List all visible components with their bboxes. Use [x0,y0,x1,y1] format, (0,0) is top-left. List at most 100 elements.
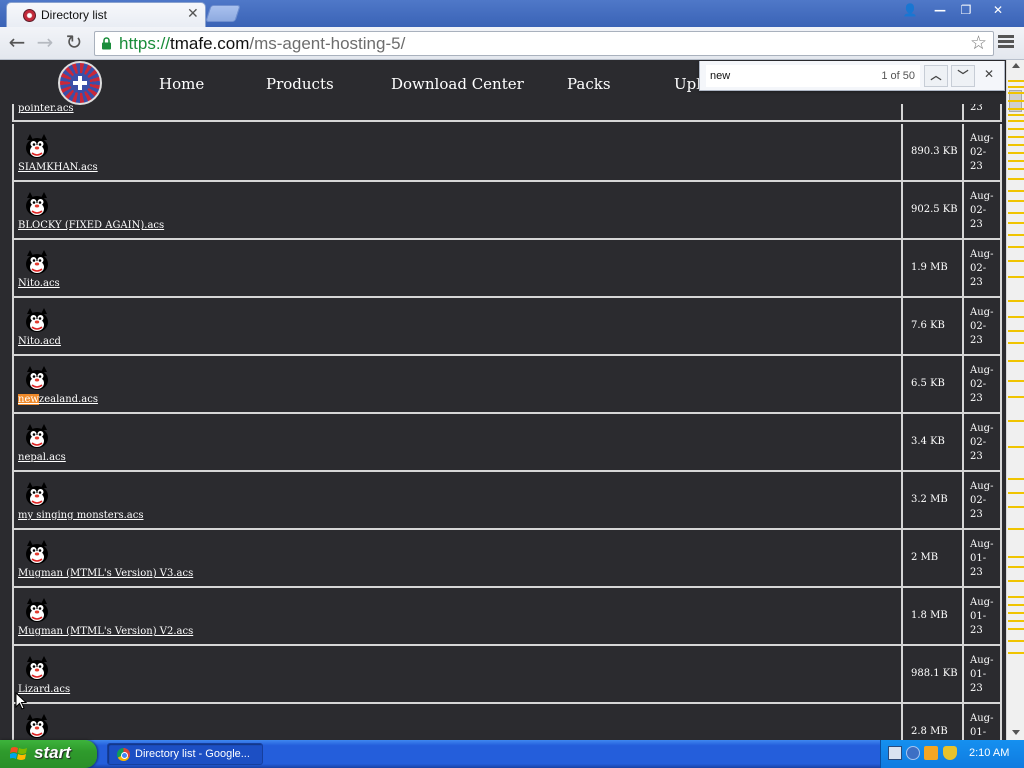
ms-agent-character-icon[interactable] [24,192,50,218]
file-date: Aug- 02- 23 [970,307,994,346]
site-logo[interactable] [58,61,102,105]
file-link[interactable]: nepal.acs [18,452,66,463]
find-next-button[interactable]: ﹀ [951,65,975,87]
scroll-up-arrow-icon[interactable] [1012,63,1020,68]
keyboard-icon[interactable] [888,746,902,760]
table-row: BLOCKY (FIXED AGAIN).acs 902.5 KB Aug- 02- 2… [12,182,1002,240]
scroll-find-mark [1008,300,1024,302]
file-date: Aug- 01- 23 [970,655,994,694]
find-input[interactable]: new 1 of 50 [706,65,920,87]
tab-directory-list[interactable]: Directory list ✕ [6,2,206,27]
browser-toolbar: ← → ↻ https://tmafe.com/ms-agent-hosting… [0,27,1024,60]
maximize-button[interactable]: ❐ [953,2,979,20]
file-name-cell: Nito.acd [12,298,903,354]
file-link[interactable]: Mugman (MTML's Version) V3.acs [18,568,193,579]
file-link[interactable]: pointer.acs [18,103,74,114]
site-favicon-icon [23,9,36,22]
forward-arrow-icon[interactable]: → [34,32,56,54]
start-button[interactable]: start [0,740,97,768]
lock-icon [102,37,111,50]
file-link[interactable]: Nito.acd [18,336,61,347]
security-shield-icon[interactable] [943,746,957,760]
file-name-cell: nepal.acs [12,414,903,470]
file-link[interactable]: newzealand.acs [18,394,98,405]
file-size-cell: 2 MB [905,530,964,586]
scroll-find-mark [1008,446,1024,448]
file-link[interactable]: Mugman (MTML's Version) V2.acs [18,626,193,637]
window-close-button[interactable]: ✕ [985,2,1011,20]
scroll-find-mark [1008,168,1024,170]
file-link[interactable]: my singing monsters.acs [18,510,144,521]
ms-agent-character-icon[interactable] [24,134,50,160]
table-row: my singing monsters.acs 3.2 MB Aug- 02- 23 [12,472,1002,530]
ms-agent-character-icon[interactable] [24,656,50,682]
scroll-find-mark [1008,506,1024,508]
scroll-find-mark [1008,100,1024,102]
scroll-find-mark [1008,136,1024,138]
scroll-find-mark [1008,330,1024,332]
url-path: /ms-agent-hosting-5/ [249,34,406,53]
file-link[interactable]: SIAMKHAN.acs [18,162,98,173]
file-name-cell: BLOCKY (FIXED AGAIN).acs [12,182,903,238]
file-size-cell: 3.2 MB [905,472,964,528]
minimize-button[interactable]: — [927,2,953,20]
file-link[interactable]: Nito.acs [18,278,60,289]
scroll-down-arrow-icon[interactable] [1012,730,1020,735]
ms-agent-character-icon[interactable] [24,482,50,508]
file-date-cell: Aug- 01- [966,704,1002,740]
ms-agent-character-icon[interactable] [24,308,50,334]
taskbar-chrome-window[interactable]: Directory list - Google... [107,743,263,765]
ms-agent-character-icon[interactable] [24,366,50,392]
file-size: 2.8 MB [911,726,948,737]
ms-agent-character-icon[interactable] [24,714,50,740]
browser-tab-strip: Directory list ✕ 👤 — ❐ ✕ [0,0,1024,27]
nav-home-link[interactable]: Home [159,75,204,93]
file-name-cell [12,704,903,740]
back-arrow-icon[interactable]: ← [6,32,28,54]
table-row: Mugman (MTML's Version) V3.acs 2 MB Aug- 01… [12,530,1002,588]
table-row: Mugman (MTML's Version) V2.acs 1.8 MB Aug-… [12,588,1002,646]
file-link[interactable]: BLOCKY (FIXED AGAIN).acs [18,220,164,231]
table-row: Nito.acs 1.9 MB Aug- 02- 23 [12,240,1002,298]
file-name-cell: newzealand.acs [12,356,903,412]
nav-packs-link[interactable]: Packs [567,75,611,93]
file-name-cell: Nito.acs [12,240,903,296]
file-date-cell: Aug- 02- 23 [966,472,1002,528]
scroll-find-mark [1008,580,1024,582]
file-size: 1.9 MB [911,262,948,273]
scroll-find-mark [1008,234,1024,236]
new-tab-button[interactable] [205,5,241,22]
vertical-scrollbar[interactable] [1006,60,1024,740]
profile-icon[interactable]: 👤 [897,2,923,20]
chrome-menu-icon[interactable] [998,33,1014,53]
scroll-find-mark [1008,190,1024,192]
file-size: 3.4 KB [911,436,945,447]
reload-icon[interactable]: ↻ [63,32,85,54]
find-close-icon[interactable]: ✕ [984,67,994,81]
tab-close-icon[interactable]: ✕ [187,6,199,22]
ms-agent-character-icon[interactable] [24,250,50,276]
mouse-cursor-icon [15,692,27,710]
address-bar[interactable]: https://tmafe.com/ms-agent-hosting-5/ ☆ [94,31,994,56]
file-size: 6.5 KB [911,378,945,389]
find-previous-button[interactable]: ︿ [924,65,948,87]
scroll-find-mark [1008,222,1024,224]
nav-products-link[interactable]: Products [266,75,334,93]
url-text: https://tmafe.com/ms-agent-hosting-5/ [119,34,405,54]
updates-icon[interactable] [924,746,938,760]
scroll-find-mark [1008,556,1024,558]
file-date-cell: Aug- 02- 23 [966,298,1002,354]
file-size: 2 MB [911,552,939,563]
nav-download-center-link[interactable]: Download Center [391,75,524,93]
ms-agent-character-icon[interactable] [24,424,50,450]
scroll-find-mark [1008,260,1024,262]
network-icon[interactable] [906,746,920,760]
windows-logo-icon [10,747,27,760]
scroll-find-mark [1008,80,1024,82]
file-size-cell: 2.8 MB [905,704,964,740]
ms-agent-character-icon[interactable] [24,540,50,566]
ms-agent-character-icon[interactable] [24,598,50,624]
scroll-find-mark [1008,380,1024,382]
bookmark-star-icon[interactable]: ☆ [970,32,987,54]
file-date: Aug- 02- 23 [970,481,994,520]
